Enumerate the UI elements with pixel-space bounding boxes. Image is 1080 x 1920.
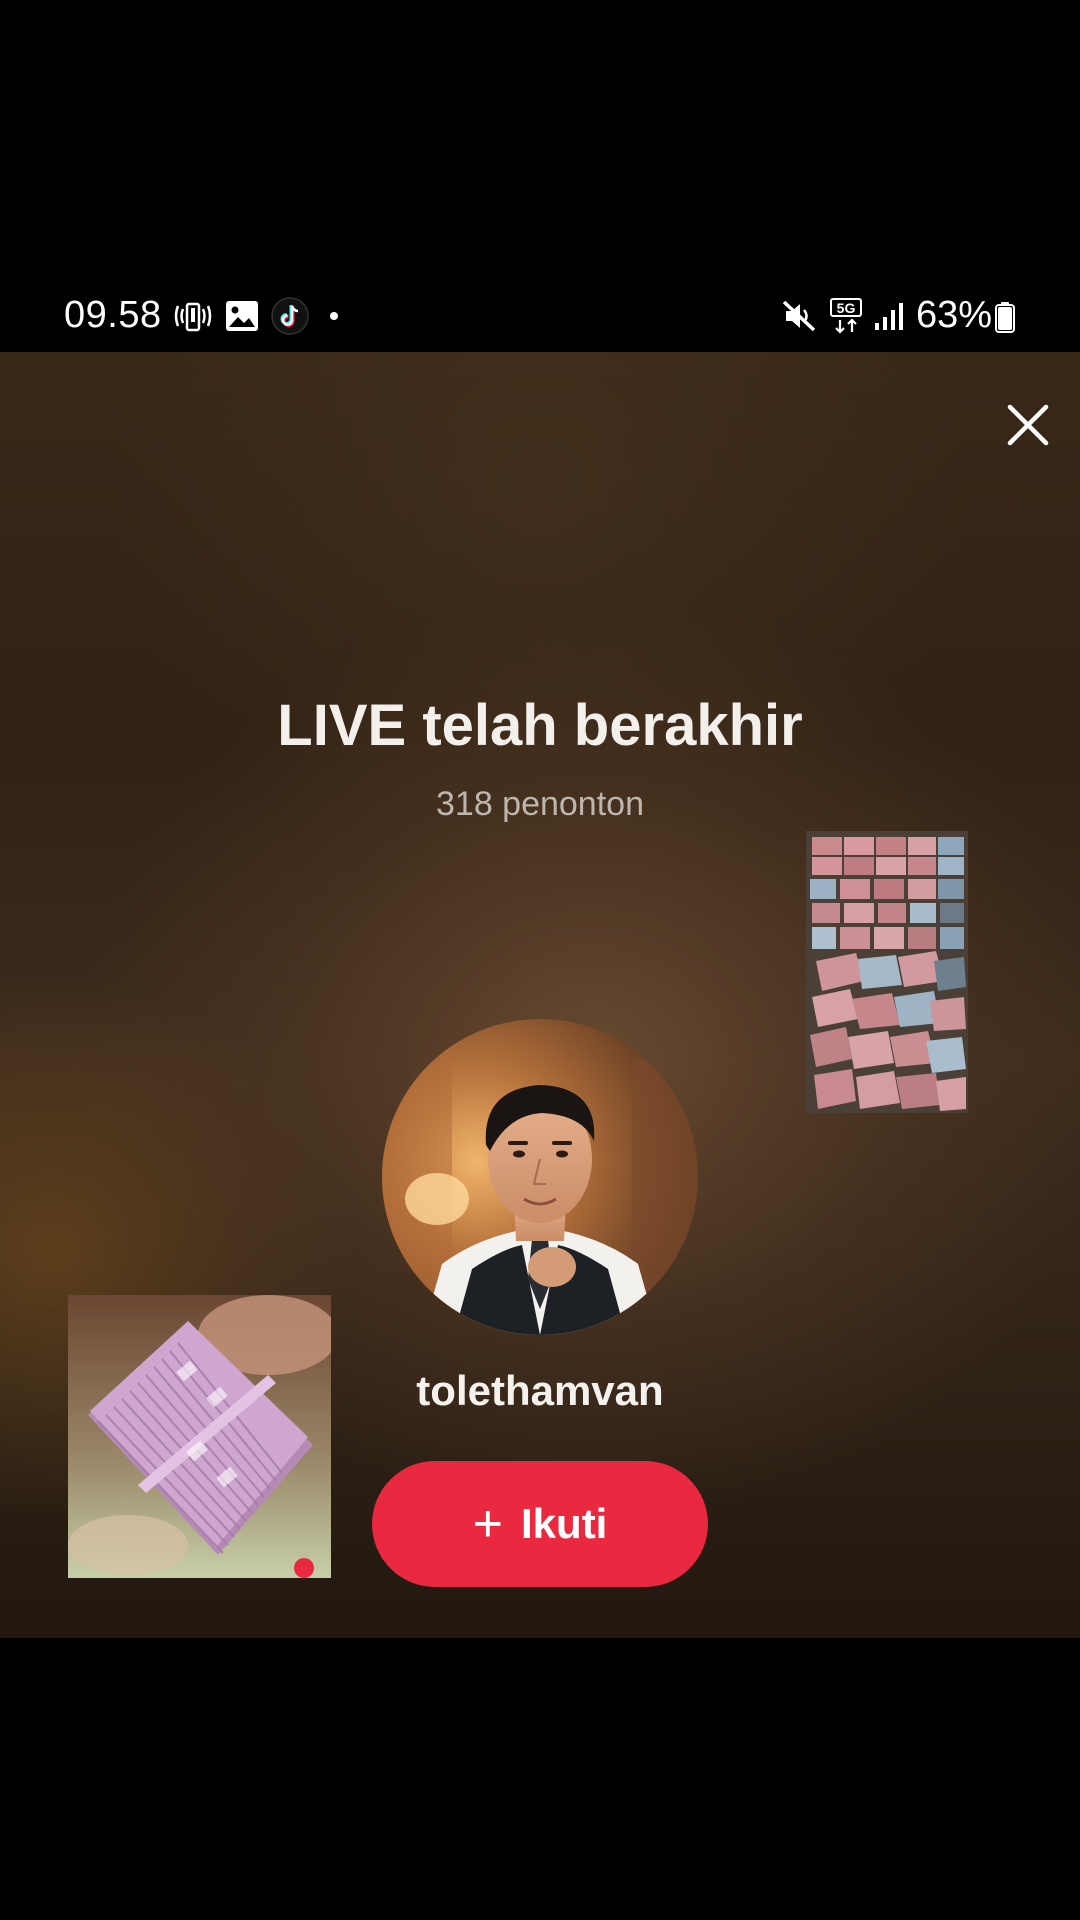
tiktok-icon <box>271 297 309 335</box>
status-time: 09.58 <box>64 294 162 336</box>
close-icon[interactable] <box>1000 397 1056 453</box>
call-recording-icon <box>174 302 212 332</box>
live-ended-title: LIVE telah berakhir <box>277 693 803 758</box>
plus-icon: + <box>472 1495 504 1553</box>
battery-percent: 63% <box>916 294 993 336</box>
5g-icon: 5G <box>830 298 862 334</box>
follow-button-label: Ikuti <box>521 1500 608 1547</box>
gallery-icon <box>226 301 258 331</box>
screen: 09.58 5G 63% LIVE telah berakhir 318 pen… <box>0 0 1080 1920</box>
follow-button[interactable]: + Ikuti <box>372 1461 708 1587</box>
network-label: 5G <box>837 300 856 316</box>
live-ended-panel: LIVE telah berakhir 318 penonton toletha… <box>0 352 1080 1638</box>
battery-icon <box>995 302 1015 333</box>
dot-icon <box>330 312 338 320</box>
status-bar: 09.58 5G 63% <box>0 280 1080 352</box>
money-stacks-sticker <box>806 831 968 1113</box>
money-bundle-sticker <box>68 1295 331 1578</box>
mute-icon <box>782 300 816 332</box>
signal-icon <box>875 303 903 330</box>
streamer-avatar[interactable] <box>382 1019 698 1335</box>
viewer-count: 318 penonton <box>436 785 644 823</box>
